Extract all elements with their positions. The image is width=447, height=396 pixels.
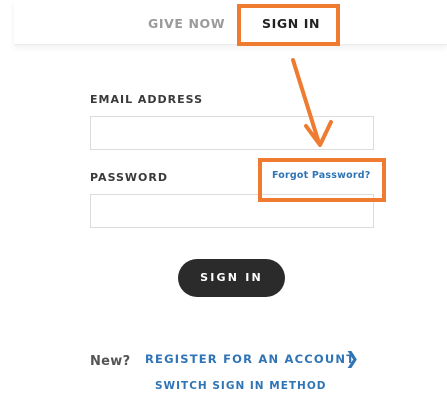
register-link[interactable]: REGISTER FOR AN ACCOUNT [145, 352, 355, 366]
chevron-right-icon[interactable]: ❯ [345, 349, 359, 369]
forgot-password-link[interactable]: Forgot Password? [272, 170, 370, 181]
sign-in-button[interactable]: SIGN IN [178, 259, 285, 297]
tab-sign-in[interactable]: SIGN IN [262, 0, 320, 44]
top-nav: GIVE NOW SIGN IN [14, 0, 447, 45]
tab-give-now[interactable]: GIVE NOW [148, 0, 225, 44]
email-label: EMAIL ADDRESS [90, 93, 204, 106]
new-text: New? [90, 354, 131, 369]
password-label: PASSWORD [90, 171, 169, 184]
register-row: New? REGISTER FOR AN ACCOUNT ❯ [90, 349, 359, 370]
email-field[interactable] [90, 116, 374, 150]
switch-sign-in-method-link[interactable]: SWITCH SIGN IN METHOD [155, 380, 326, 392]
password-field[interactable] [90, 194, 374, 228]
